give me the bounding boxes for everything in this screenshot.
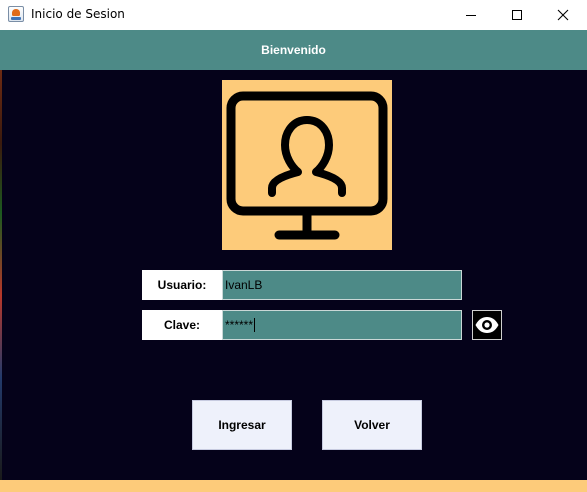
header-title: Bienvenido	[261, 43, 326, 57]
usuario-input[interactable]: IvanLB	[222, 270, 462, 300]
usuario-label: Usuario:	[142, 270, 222, 300]
maximize-button[interactable]	[494, 0, 540, 30]
left-edge-strip	[0, 70, 2, 480]
clave-input[interactable]: ******	[222, 310, 462, 340]
minimize-icon	[466, 15, 476, 16]
logo-panel	[222, 80, 392, 250]
text-cursor	[254, 318, 256, 332]
window-title: Inicio de Sesion	[31, 7, 125, 21]
header-bar: Bienvenido	[0, 30, 587, 70]
window-titlebar[interactable]: Inicio de Sesion	[0, 0, 587, 30]
footer-bar	[0, 480, 587, 492]
eye-icon	[475, 317, 499, 333]
clave-masked-value: ******	[225, 318, 254, 332]
maximize-icon	[512, 10, 522, 20]
user-monitor-icon	[226, 91, 388, 240]
close-icon	[557, 9, 569, 21]
ingresar-button[interactable]: Ingresar	[192, 400, 292, 450]
show-password-button[interactable]	[472, 310, 502, 340]
clave-label: Clave:	[142, 310, 222, 340]
volver-button[interactable]: Volver	[322, 400, 422, 450]
minimize-button[interactable]	[448, 0, 494, 30]
close-button[interactable]	[540, 0, 586, 30]
java-app-icon	[8, 6, 24, 22]
